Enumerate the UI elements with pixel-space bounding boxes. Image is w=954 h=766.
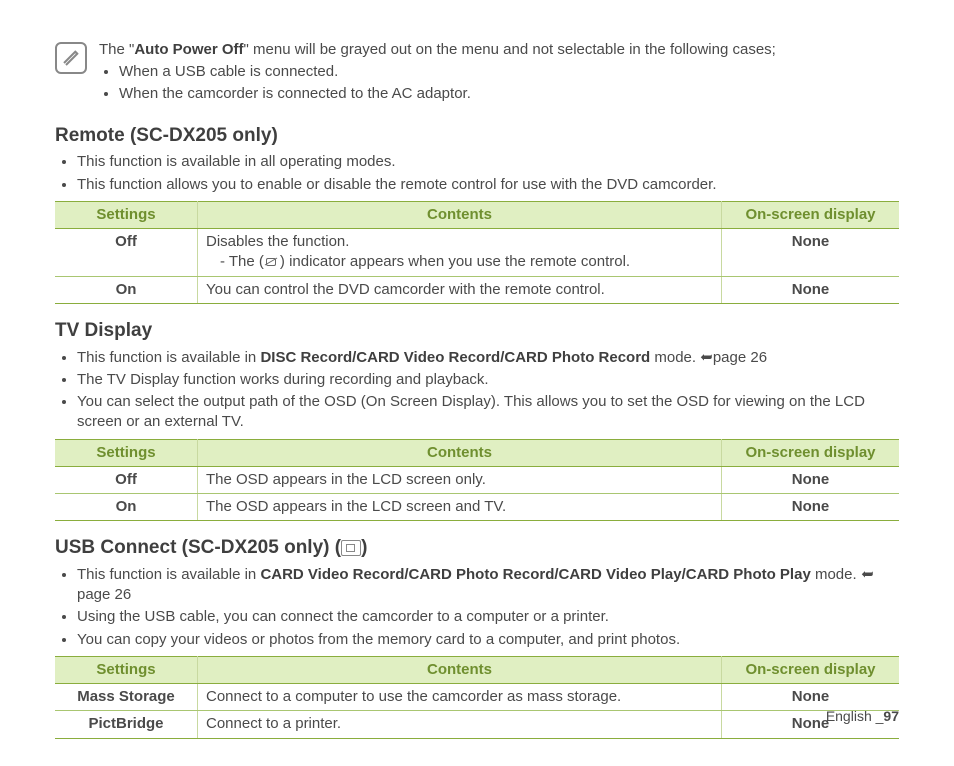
list-item: This function is available in all operat… bbox=[77, 152, 899, 172]
setting-cell: Off bbox=[55, 229, 198, 277]
list-item: Using the USB cable, you can connect the… bbox=[77, 607, 899, 627]
tv-table: Settings Contents On-screen display Off … bbox=[55, 439, 899, 522]
page-ref-arrow-icon: ➥ bbox=[861, 565, 874, 585]
contents-line1: Disables the function. bbox=[206, 233, 349, 250]
list-item: This function allows you to enable or di… bbox=[77, 175, 899, 195]
list-item: This function is available in CARD Video… bbox=[77, 565, 899, 606]
note-line1-bold: Auto Power Off bbox=[134, 41, 243, 58]
table-row: Off Disables the function. - The () indi… bbox=[55, 229, 899, 277]
footer-lang: English bbox=[826, 708, 872, 724]
footer-page: 97 bbox=[883, 708, 899, 724]
contents-cell: Disables the function. - The () indicato… bbox=[198, 229, 722, 277]
remote-table: Settings Contents On-screen display Off … bbox=[55, 201, 899, 304]
usb-table: Settings Contents On-screen display Mass… bbox=[55, 656, 899, 739]
osd-cell: None bbox=[722, 229, 900, 277]
osd-cell: None bbox=[722, 494, 900, 521]
setting-cell: Off bbox=[55, 466, 198, 493]
setting-cell: On bbox=[55, 276, 198, 303]
th-contents: Contents bbox=[198, 656, 722, 683]
table-row: On The OSD appears in the LCD screen and… bbox=[55, 494, 899, 521]
note-body: The "Auto Power Off" menu will be grayed… bbox=[99, 40, 899, 105]
table-row: On You can control the DVD camcorder wit… bbox=[55, 276, 899, 303]
th-settings: Settings bbox=[55, 439, 198, 466]
contents-cell: The OSD appears in the LCD screen only. bbox=[198, 466, 722, 493]
page-ref-arrow-icon: ➥ bbox=[700, 348, 713, 368]
tv-title: TV Display bbox=[55, 318, 899, 344]
contents-cell: You can control the DVD camcorder with t… bbox=[198, 276, 722, 303]
list-item: You can select the output path of the OS… bbox=[77, 392, 899, 433]
table-row: PictBridge Connect to a printer. None bbox=[55, 711, 899, 738]
usb-bullets: This function is available in CARD Video… bbox=[55, 565, 899, 650]
note-bullet: When the camcorder is connected to the A… bbox=[119, 84, 899, 104]
table-row: Off The OSD appears in the LCD screen on… bbox=[55, 466, 899, 493]
note-line1-prefix: The " bbox=[99, 41, 134, 58]
tv-bullets: This function is available in DISC Recor… bbox=[55, 348, 899, 433]
th-contents: Contents bbox=[198, 439, 722, 466]
th-osd: On-screen display bbox=[722, 439, 900, 466]
setting-cell: On bbox=[55, 494, 198, 521]
list-item: This function is available in DISC Recor… bbox=[77, 348, 899, 368]
list-item: You can copy your videos or photos from … bbox=[77, 630, 899, 650]
contents-cell: The OSD appears in the LCD screen and TV… bbox=[198, 494, 722, 521]
contents-line2: - The () indicator appears when you use … bbox=[206, 253, 630, 270]
contents-cell: Connect to a printer. bbox=[198, 711, 722, 738]
card-mode-icon bbox=[341, 540, 361, 556]
remote-bullets: This function is available in all operat… bbox=[55, 152, 899, 195]
setting-cell: PictBridge bbox=[55, 711, 198, 738]
remote-off-icon bbox=[264, 256, 280, 268]
remote-title: Remote (SC-DX205 only) bbox=[55, 123, 899, 149]
contents-cell: Connect to a computer to use the camcord… bbox=[198, 684, 722, 711]
th-osd: On-screen display bbox=[722, 201, 900, 228]
page-footer: English _97 bbox=[826, 707, 899, 726]
table-row: Mass Storage Connect to a computer to us… bbox=[55, 684, 899, 711]
note-icon bbox=[55, 42, 87, 74]
note-bullet: When a USB cable is connected. bbox=[119, 62, 899, 82]
th-settings: Settings bbox=[55, 201, 198, 228]
osd-cell: None bbox=[722, 276, 900, 303]
list-item: The TV Display function works during rec… bbox=[77, 370, 899, 390]
osd-cell: None bbox=[722, 466, 900, 493]
usb-title: USB Connect (SC-DX205 only) () bbox=[55, 535, 899, 561]
th-contents: Contents bbox=[198, 201, 722, 228]
th-settings: Settings bbox=[55, 656, 198, 683]
auto-power-off-note: The "Auto Power Off" menu will be grayed… bbox=[55, 40, 899, 105]
setting-cell: Mass Storage bbox=[55, 684, 198, 711]
th-osd: On-screen display bbox=[722, 656, 900, 683]
note-line1-suffix: " menu will be grayed out on the menu an… bbox=[244, 41, 776, 58]
